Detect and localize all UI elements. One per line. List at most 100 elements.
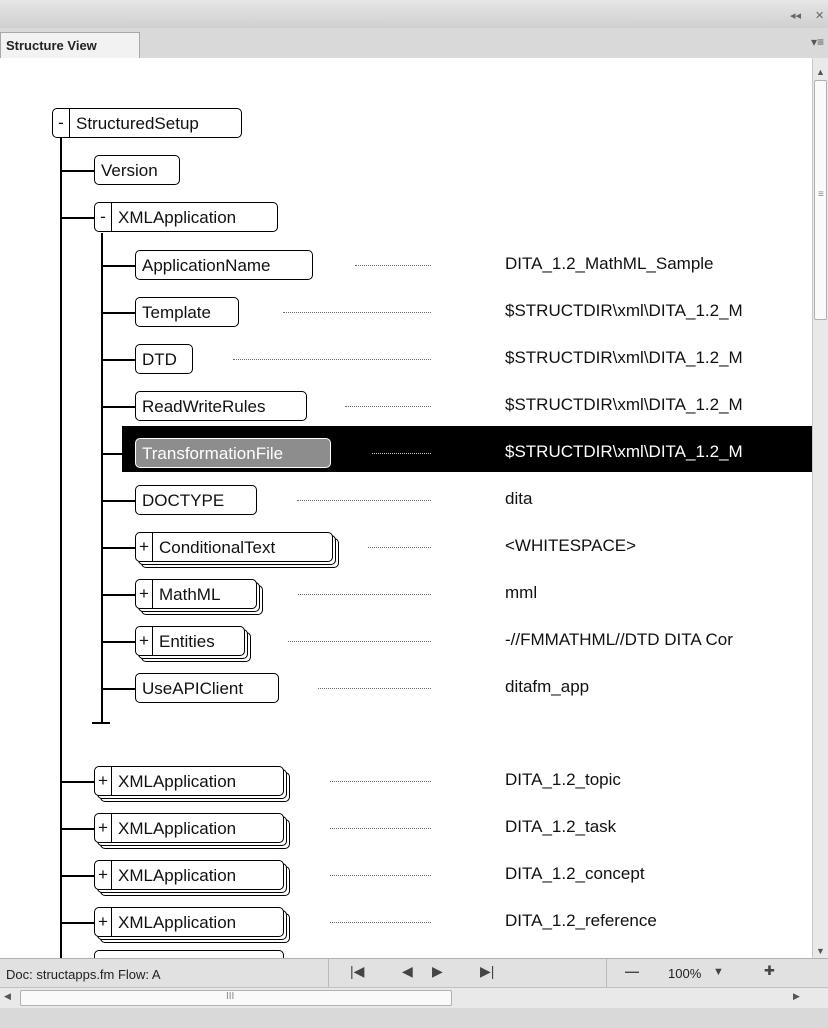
tree-node-readwriterules[interactable]: ReadWriteRules [135, 391, 307, 421]
previous-page-button[interactable]: ◀ [402, 963, 413, 980]
close-panel-button[interactable]: ✕ [815, 9, 824, 22]
horizontal-scrollbar[interactable]: ◀ III ▶ [0, 987, 828, 1008]
leader-dots [330, 922, 431, 923]
expand-toggle[interactable]: + [95, 861, 112, 889]
tree-node-partial[interactable] [94, 950, 284, 958]
branch-sibling [60, 922, 94, 924]
attribute-value: DITA_1.2_task [505, 817, 617, 836]
divider [606, 959, 607, 987]
element-label: DTD [142, 349, 177, 369]
attribute-value: $STRUCTDIR\xml\DITA_1.2_M [505, 395, 743, 414]
leader-dots [345, 406, 431, 407]
zoom-in-button[interactable]: ✚ [764, 963, 775, 979]
expand-toggle[interactable]: + [136, 580, 153, 608]
attribute-value: -//FMMATHML//DTD DITA Cor [505, 630, 733, 649]
element-label: TransformationFile [142, 443, 284, 463]
element-label: DOCTYPE [142, 490, 225, 510]
attribute-value: DITA_1.2_MathML_Sample [505, 254, 714, 273]
collapse-toggle[interactable]: - [95, 203, 112, 231]
attribute-value: $STRUCTDIR\xml\DITA_1.2_M [505, 442, 743, 461]
tab-structure-view[interactable]: Structure View [0, 32, 140, 58]
expand-toggle[interactable]: + [136, 533, 153, 561]
element-label: MathML [159, 584, 221, 604]
attribute-value: $STRUCTDIR\xml\DITA_1.2_M [505, 348, 743, 367]
collapse-panel-button[interactable]: ◂◂ [790, 9, 801, 22]
panel-title-bar: ◂◂ ✕ [0, 0, 828, 29]
tree-node-doctype[interactable]: DOCTYPE [135, 485, 257, 515]
grip-icon: ≡ [818, 189, 824, 200]
branch-version [60, 170, 94, 172]
attribute-value: DITA_1.2_topic [505, 770, 621, 789]
doc-flow-status: Doc: structapps.fm Flow: A [6, 967, 161, 982]
branch-child [101, 594, 135, 596]
last-page-button[interactable]: ▶| [480, 963, 494, 980]
tree-line-end-tick [92, 722, 110, 724]
leader-dots [330, 828, 431, 829]
leader-dots [318, 688, 431, 689]
leader-dots [330, 781, 431, 782]
tree-node-xmlapplication[interactable]: + XMLApplication [94, 860, 284, 890]
expand-toggle[interactable]: + [95, 814, 112, 842]
scroll-right-arrow[interactable]: ▶ [793, 991, 800, 1002]
next-page-button[interactable]: ▶ [432, 963, 443, 980]
leader-dots [283, 312, 431, 313]
tab-row: Structure View ▾≡ [0, 28, 828, 59]
zoom-menu-icon[interactable]: ▼ [713, 966, 724, 978]
tree-node-entities[interactable]: + Entities [135, 626, 245, 656]
tree-node-applicationname[interactable]: ApplicationName [135, 250, 313, 280]
tree-node-conditionaltext[interactable]: + ConditionalText [135, 532, 333, 562]
tree-node-xmlapplication[interactable]: + XMLApplication [94, 813, 284, 843]
zoom-level[interactable]: 100% [668, 966, 701, 981]
element-label: ApplicationName [142, 255, 271, 275]
leader-dots [298, 594, 431, 595]
collapse-toggle[interactable]: - [53, 109, 70, 137]
element-label: Version [101, 160, 158, 180]
branch-child [101, 265, 135, 267]
scroll-left-arrow[interactable]: ◀ [4, 991, 11, 1002]
tree-node-structuredsetup[interactable]: - StructuredSetup [52, 108, 242, 138]
structure-view-canvas: - StructuredSetup Version - XMLApplicati… [0, 58, 812, 958]
tree-node-mathml[interactable]: + MathML [135, 579, 257, 609]
vertical-scroll-thumb[interactable]: ≡ [814, 80, 827, 320]
leader-dots [233, 359, 431, 360]
element-label: UseAPIClient [142, 678, 244, 698]
branch-child [101, 641, 135, 643]
tree-node-useapiclient[interactable]: UseAPIClient [135, 673, 279, 703]
horizontal-scroll-thumb[interactable]: III [20, 990, 452, 1006]
tree-line-root [60, 138, 62, 958]
attribute-value: <WHITESPACE> [505, 536, 636, 555]
expand-toggle[interactable]: + [95, 908, 112, 936]
vertical-scrollbar[interactable]: ▲ ≡ ▼ [812, 58, 828, 958]
first-page-button[interactable]: |◀ [350, 963, 364, 980]
leader-dots [355, 265, 431, 266]
scroll-down-arrow[interactable]: ▼ [816, 946, 825, 956]
zoom-out-button[interactable]: — [625, 963, 639, 979]
element-label: ReadWriteRules [142, 396, 266, 416]
grip-icon: III [226, 991, 235, 1002]
expand-toggle[interactable]: + [95, 767, 112, 795]
expand-toggle[interactable]: + [136, 627, 153, 655]
attribute-value: $STRUCTDIR\xml\DITA_1.2_M [505, 301, 743, 320]
tree-node-template[interactable]: Template [135, 297, 239, 327]
element-label: ConditionalText [159, 537, 276, 557]
attribute-value: ditafm_app [505, 677, 590, 696]
tree-node-xmlapplication[interactable]: - XMLApplication [94, 202, 278, 232]
tree-node-dtd[interactable]: DTD [135, 344, 193, 374]
divider [328, 959, 329, 987]
scroll-up-arrow[interactable]: ▲ [816, 67, 825, 77]
branch-sibling [60, 875, 94, 877]
tree-node-transformationfile[interactable]: TransformationFile [135, 438, 331, 468]
tree-node-xmlapplication[interactable]: + XMLApplication [94, 766, 284, 796]
element-label: XMLApplication [118, 912, 237, 932]
element-label: StructuredSetup [76, 113, 199, 133]
branch-child [101, 547, 135, 549]
branch-xmlapp [60, 217, 94, 219]
branch-sibling [60, 828, 94, 830]
tree-node-xmlapplication[interactable]: + XMLApplication [94, 907, 284, 937]
tree-node-version[interactable]: Version [94, 155, 180, 185]
leader-dots [368, 547, 431, 548]
branch-child [101, 312, 135, 314]
branch-sibling [60, 781, 94, 783]
panel-menu-icon[interactable]: ▾≡ [811, 35, 824, 49]
panel-bottom-strip [0, 1008, 828, 1028]
